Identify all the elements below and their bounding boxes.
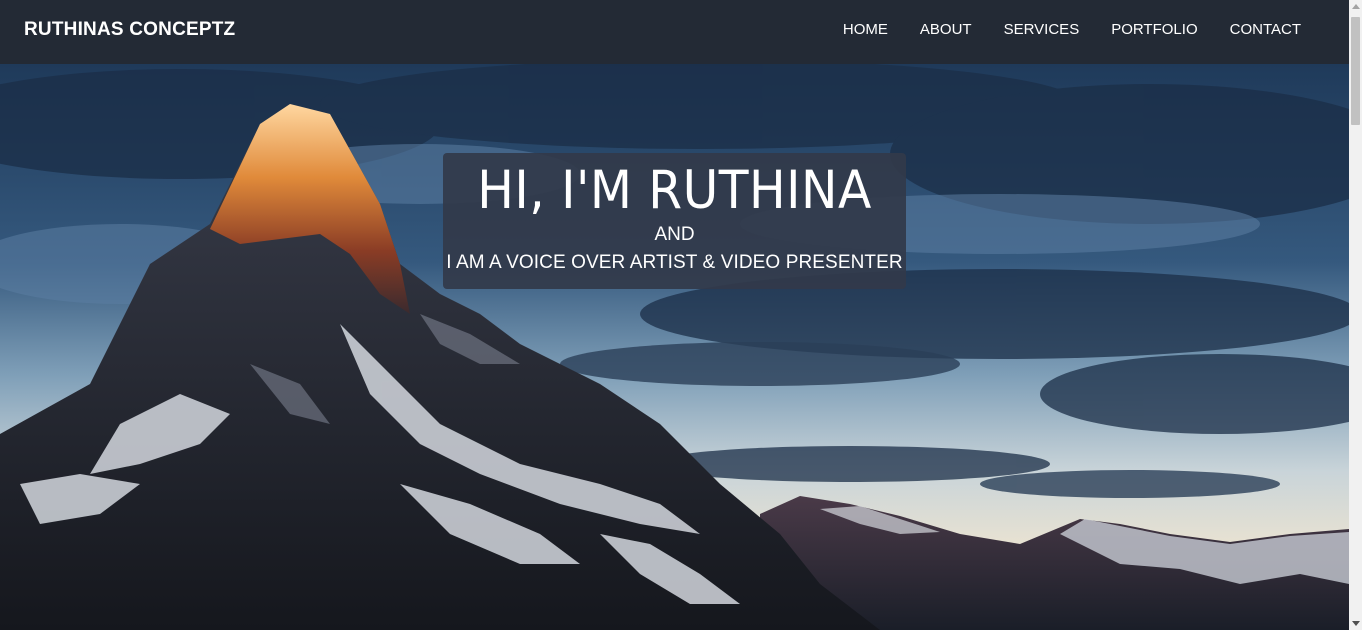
nav-services[interactable]: SERVICES [1004,21,1080,38]
hero-title: HI, I'M RUTHINA [477,160,872,221]
page-scrollbar[interactable] [1349,0,1362,630]
scroll-up-arrow-icon[interactable] [1352,4,1360,9]
hero-background-image [0,64,1349,630]
scroll-down-arrow-icon[interactable] [1352,621,1360,626]
nav-home[interactable]: HOME [843,21,888,38]
hero-intro-box: HI, I'M RUTHINA AND I AM A VOICE OVER AR… [443,153,906,289]
navbar: RUTHINAS CONCEPTZ HOME ABOUT SERVICES PO… [0,0,1349,64]
nav-contact[interactable]: CONTACT [1230,21,1301,38]
hero-connector: AND [654,224,695,245]
hero-subtitle: I AM A VOICE OVER ARTIST & VIDEO PRESENT… [446,252,903,273]
nav-about[interactable]: ABOUT [920,21,972,38]
nav-links: HOME ABOUT SERVICES PORTFOLIO CONTACT [811,0,1301,58]
nav-portfolio[interactable]: PORTFOLIO [1111,21,1197,38]
brand-logo[interactable]: RUTHINAS CONCEPTZ [24,19,235,41]
page: RUTHINAS CONCEPTZ HOME ABOUT SERVICES PO… [0,0,1362,630]
hero-section: HI, I'M RUTHINA AND I AM A VOICE OVER AR… [0,64,1349,630]
scroll-thumb[interactable] [1351,17,1360,125]
